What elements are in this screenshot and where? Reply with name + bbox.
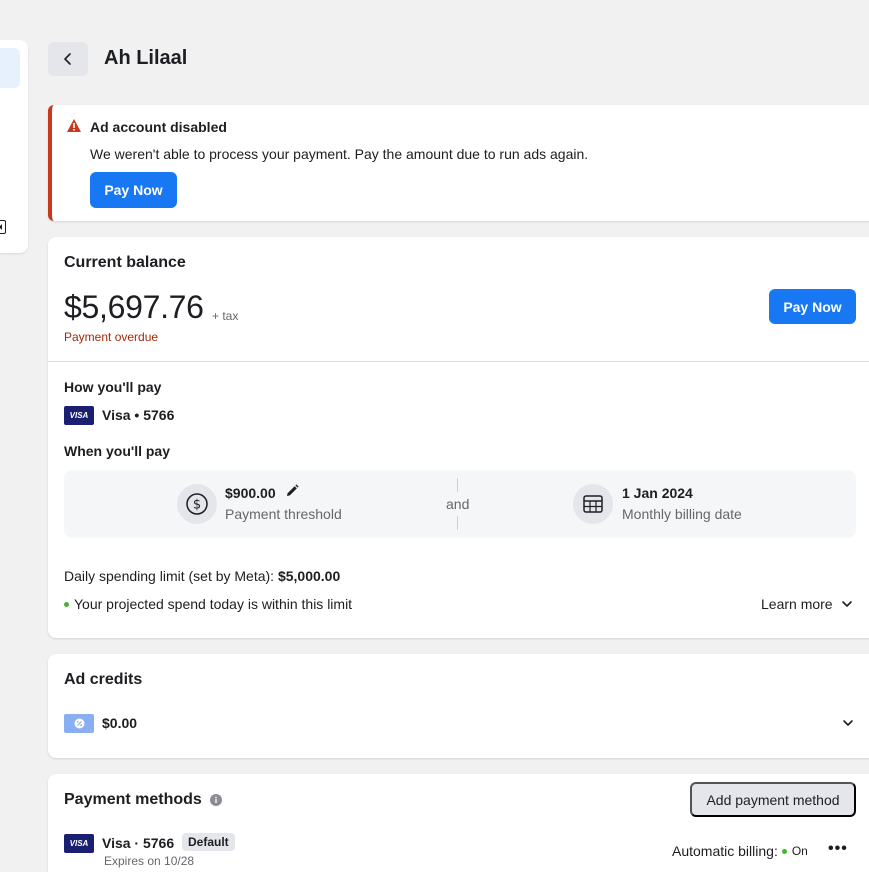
ad-credits-value: $0.00 bbox=[102, 715, 138, 731]
default-badge: Default bbox=[182, 833, 235, 851]
and-label: and bbox=[446, 496, 470, 512]
ad-credits-title: Ad credits bbox=[64, 671, 143, 688]
alert-title: Ad account disabled bbox=[90, 119, 227, 135]
alert-pay-now-button[interactable]: Pay Now bbox=[90, 172, 177, 208]
tax-note: + tax bbox=[212, 309, 239, 323]
billing-date-value: 1 Jan 2024 bbox=[622, 485, 693, 501]
dollar-circle-icon: $ bbox=[177, 484, 217, 524]
payment-status: Payment overdue bbox=[64, 330, 159, 344]
payment-methods-title: Payment methods bbox=[64, 791, 222, 809]
left-nav-selected-item[interactable] bbox=[0, 48, 20, 88]
when-you-pay-title: When you'll pay bbox=[64, 443, 171, 459]
pencil-icon[interactable] bbox=[285, 484, 299, 498]
payment-schedule-box: $ $900.00 Payment threshold and 1 Jan 20… bbox=[64, 470, 856, 538]
automatic-billing-status: Automatic billing: On bbox=[672, 843, 808, 859]
threshold-label: Payment threshold bbox=[225, 506, 342, 522]
collapse-nav-icon[interactable] bbox=[0, 220, 6, 234]
automatic-billing-state: On bbox=[791, 844, 808, 858]
info-icon[interactable] bbox=[209, 794, 222, 806]
limit-value: $5,000.00 bbox=[277, 568, 341, 584]
learn-more-label: Learn more bbox=[761, 596, 833, 612]
svg-text:$: $ bbox=[193, 498, 201, 513]
divider bbox=[48, 361, 869, 362]
chevron-left-icon bbox=[64, 53, 71, 65]
payment-methods-card: Payment methods Add payment method VISA … bbox=[48, 774, 869, 872]
chevron-down-icon[interactable] bbox=[842, 717, 854, 729]
warning-icon bbox=[67, 119, 81, 132]
balance-pay-now-button[interactable]: Pay Now bbox=[769, 289, 856, 324]
current-balance-title: Current balance bbox=[64, 254, 186, 271]
balance-amount: $5,697.76 bbox=[64, 289, 204, 325]
projected-spend-note: Your projected spend today is within thi… bbox=[64, 596, 352, 612]
divider bbox=[457, 478, 458, 492]
status-dot-icon bbox=[781, 848, 787, 854]
projected-spend-text: Your projected spend today is within thi… bbox=[74, 596, 353, 612]
daily-spending-limit: Daily spending limit (set by Meta): $5,0… bbox=[64, 568, 340, 584]
visa-card-icon: VISA bbox=[64, 834, 94, 853]
payment-methods-title-text: Payment methods bbox=[64, 791, 202, 808]
calendar-icon bbox=[573, 484, 613, 524]
automatic-billing-label: Automatic billing: bbox=[672, 843, 778, 859]
threshold-value: $900.00 bbox=[225, 485, 276, 501]
ad-credits-card[interactable]: Ad credits $0.00 bbox=[48, 654, 869, 758]
add-payment-method-button[interactable]: Add payment method bbox=[690, 782, 856, 817]
more-options-icon[interactable]: ••• bbox=[828, 840, 848, 858]
learn-more-button[interactable]: Learn more bbox=[761, 596, 853, 612]
limit-prefix: Daily spending limit (set by Meta): bbox=[64, 568, 278, 584]
left-nav-panel bbox=[0, 40, 28, 253]
billing-date-label: Monthly billing date bbox=[622, 506, 742, 522]
current-balance-card: Current balance $5,697.76 + tax Payment … bbox=[48, 237, 869, 638]
divider bbox=[457, 516, 458, 530]
back-button[interactable] bbox=[48, 42, 88, 76]
payment-method-card-label: Visa · 5766 bbox=[102, 835, 175, 851]
ad-account-disabled-alert: Ad account disabled We weren't able to p… bbox=[48, 105, 869, 221]
status-dot-icon bbox=[64, 601, 69, 607]
how-you-pay-title: How you'll pay bbox=[64, 379, 162, 395]
visa-card-icon: VISA bbox=[64, 406, 94, 425]
payment-card-label: Visa • 5766 bbox=[102, 407, 175, 423]
chevron-down-icon bbox=[841, 601, 852, 607]
page-title: Ah Lilaal bbox=[104, 47, 188, 69]
alert-message: We weren't able to process your payment.… bbox=[90, 146, 589, 162]
coupon-icon bbox=[64, 714, 94, 733]
card-expiry: Expires on 10/28 bbox=[104, 854, 195, 868]
